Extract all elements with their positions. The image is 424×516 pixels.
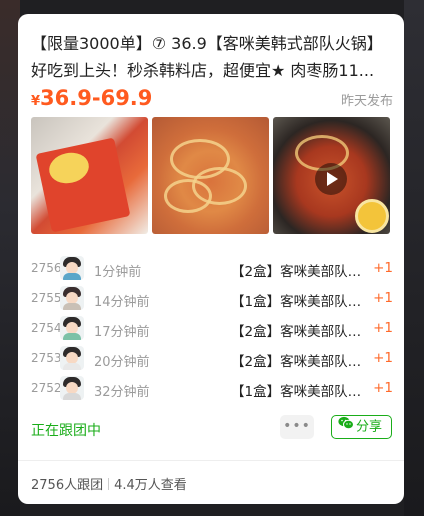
share-button[interactable]: 分享: [331, 415, 392, 439]
record-number: 2755: [31, 291, 62, 305]
views-count: 4.4万人查看: [114, 478, 187, 493]
price-row: ¥36.9-69.9 昨天发布: [31, 86, 393, 112]
group-buy-card[interactable]: 【限量3000单】⑦ 36.9【客咪美韩式部队火锅】好吃到上头！秒杀韩料店，超便…: [18, 14, 404, 504]
avatar[interactable]: [60, 316, 84, 340]
order-record-list: 2756 1分钟前 【2盒】客咪美部队火锅 +1 2755 14分钟前 【1盒】…: [31, 254, 393, 404]
record-quantity: +1: [373, 320, 393, 336]
order-record: 2755 14分钟前 【1盒】客咪美部队火锅 +1: [31, 284, 393, 314]
price: ¥36.9-69.9: [31, 86, 152, 110]
price-range: 36.9-69.9: [40, 86, 153, 110]
product-image-2[interactable]: [152, 117, 269, 234]
record-item: 【1盒】客咪美部队火锅: [231, 294, 366, 310]
record-quantity: +1: [373, 350, 393, 366]
record-number: 2754: [31, 321, 62, 335]
post-title[interactable]: 【限量3000单】⑦ 36.9【客咪美韩式部队火锅】好吃到上头！秒杀韩料店，超便…: [31, 30, 393, 84]
record-item: 【2盒】客咪美部队火锅: [231, 324, 366, 340]
background-left: [0, 0, 20, 516]
stats-footer: 2756人跟团 4.4万人查看: [31, 474, 187, 493]
avatar[interactable]: [60, 286, 84, 310]
noodle-shape: [164, 179, 212, 213]
group-status: 正在跟团中: [31, 423, 101, 439]
record-number: 2753: [31, 351, 62, 365]
record-quantity: +1: [373, 260, 393, 276]
product-image-1[interactable]: [31, 117, 148, 234]
separator: [108, 478, 110, 490]
record-time: 20分钟前: [94, 355, 150, 370]
record-time: 1分钟前: [94, 265, 142, 280]
share-label: 分享: [356, 419, 383, 435]
wechat-icon: [338, 416, 354, 438]
record-item: 【2盒】客咪美部队火锅: [231, 264, 366, 280]
divider: [18, 460, 404, 461]
avatar[interactable]: [60, 376, 84, 400]
avatar[interactable]: [60, 346, 84, 370]
order-record: 2752 32分钟前 【1盒】客咪美部队火锅 +1: [31, 374, 393, 404]
product-video-thumbnail[interactable]: [273, 117, 390, 234]
avatar[interactable]: [60, 256, 84, 280]
record-time: 14分钟前: [94, 295, 150, 310]
record-quantity: +1: [373, 290, 393, 306]
package-shape: [35, 137, 131, 233]
record-item: 【2盒】客咪美部队火锅: [231, 354, 366, 370]
record-item: 【1盒】客咪美部队火锅: [231, 384, 366, 400]
record-time: 17分钟前: [94, 325, 150, 340]
record-time: 32分钟前: [94, 385, 150, 400]
lemon-slice: [355, 199, 389, 233]
order-record: 2756 1分钟前 【2盒】客咪美部队火锅 +1: [31, 254, 393, 284]
record-number: 2752: [31, 381, 62, 395]
background-right: [404, 0, 424, 516]
record-quantity: +1: [373, 380, 393, 396]
post-date: 昨天发布: [340, 94, 393, 109]
more-button[interactable]: •••: [280, 415, 314, 439]
price-currency: ¥: [31, 94, 41, 109]
record-number: 2756: [31, 261, 62, 275]
followers-count: 2756人跟团: [31, 478, 104, 493]
order-record: 2754 17分钟前 【2盒】客咪美部队火锅 +1: [31, 314, 393, 344]
play-icon[interactable]: [315, 163, 347, 195]
order-record: 2753 20分钟前 【2盒】客咪美部队火锅 +1: [31, 344, 393, 374]
